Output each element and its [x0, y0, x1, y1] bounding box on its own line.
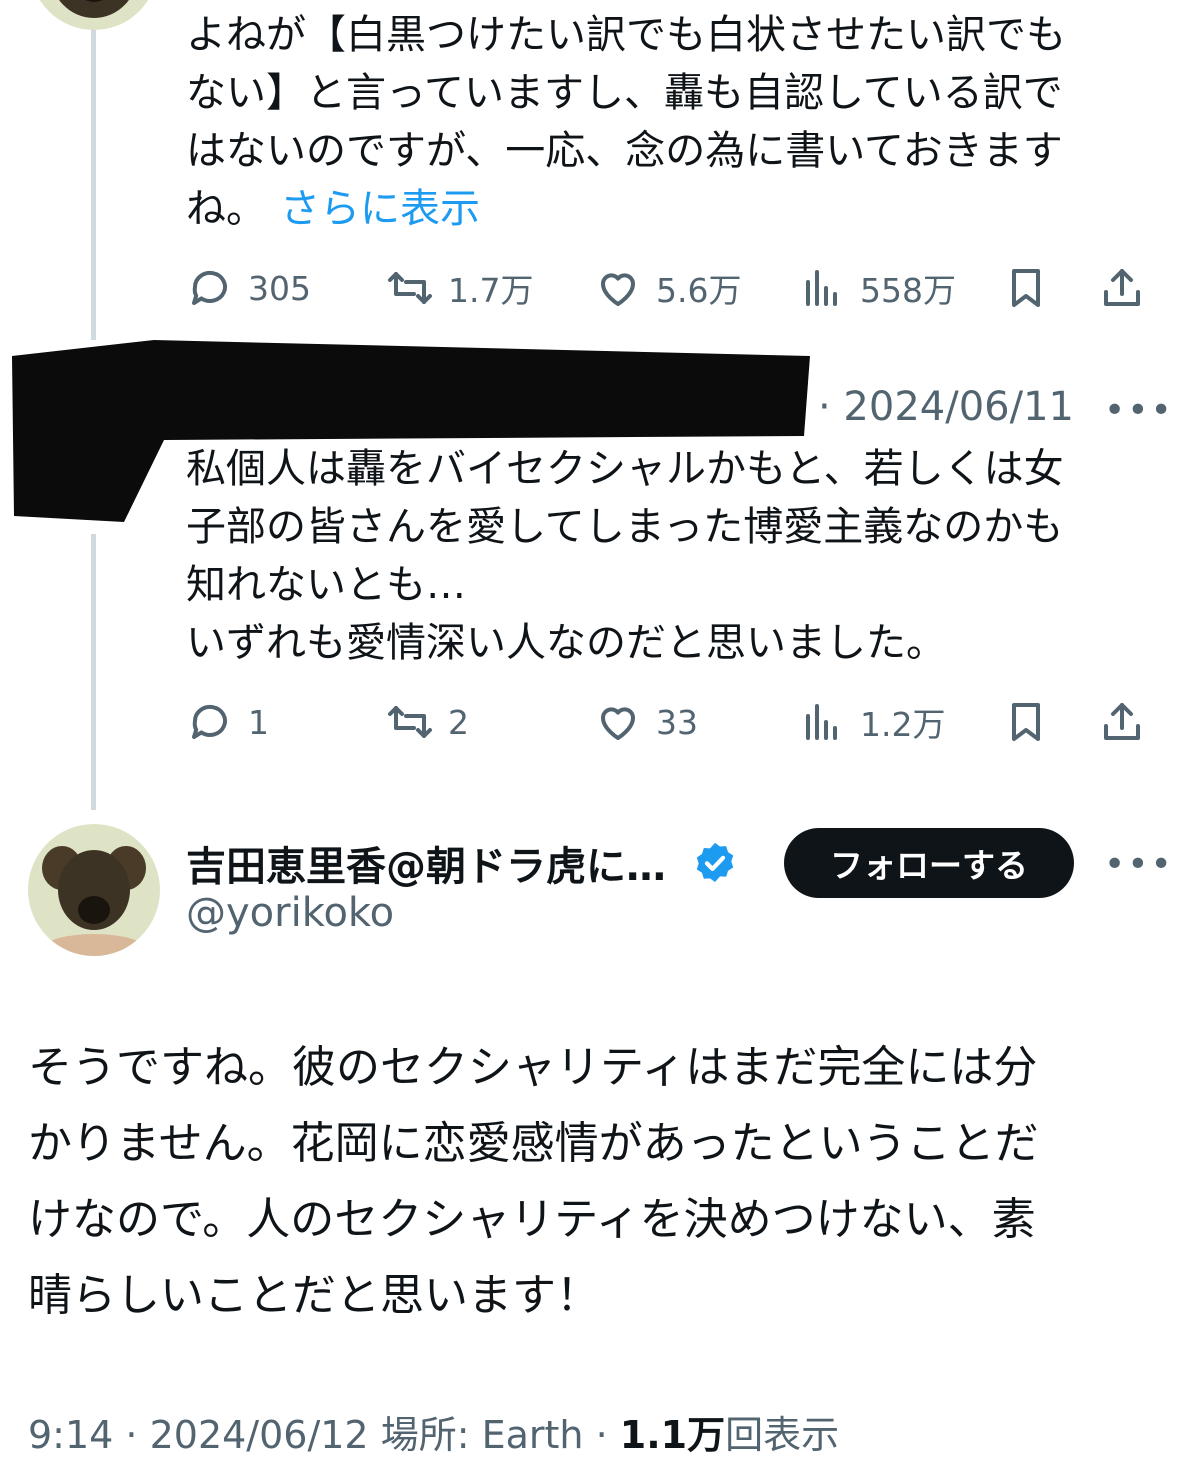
verified-badge-icon [696, 842, 734, 882]
prev-tweet-text: よねが【白黒つけたい訳でも白状させたい訳でも ない】と言っていますし、轟も自認し… [186, 6, 1126, 238]
author-name[interactable]: 吉田恵里香@朝ドラ虎に… [186, 834, 666, 892]
reply-icon [192, 704, 227, 739]
share-button[interactable] [1098, 692, 1146, 752]
text-line: かりません。花岡に恋愛感情があったということだ [28, 1118, 1039, 1169]
text-line: いずれも愛情深い人なのだと思いました。 [186, 620, 946, 666]
heart-icon [601, 707, 635, 740]
follow-button[interactable]: フォローする [784, 828, 1074, 898]
text-line: よねが【白黒つけたい訳でも白状させたい訳でも [186, 12, 1066, 58]
views-icon [806, 270, 837, 306]
text-line: 私個人は轟をバイセクシャルかもと、若しくは女 [186, 446, 1064, 492]
reply-tweet-actions: 1 2 33 1.2万 [186, 692, 1146, 752]
author-avatar[interactable] [28, 824, 160, 956]
views-button[interactable]: 558万 [798, 258, 956, 318]
reply-icon [192, 270, 227, 305]
text-line: ね。 [186, 186, 266, 232]
like-button[interactable]: 5.6万 [594, 258, 741, 318]
tweet-meta: 9:14 · 2024/06/12 場所: Earth · 1.1万回表示 [28, 1404, 839, 1459]
reply-tweet-text: 私個人は轟をバイセクシャルかもと、若しくは女 子部の皆さんを愛してしまった博愛主… [186, 440, 1126, 672]
like-button[interactable]: 33 [594, 692, 698, 752]
show-more-link[interactable]: さらに表示 [280, 186, 480, 232]
views-count: 1.2万 [860, 705, 946, 744]
tweet-time[interactable]: 9:14 [28, 1413, 113, 1457]
text-line: ない】と言っていますし、轟も自認している訳で [186, 70, 1063, 116]
share-icon [1104, 269, 1140, 306]
text-line: 晴らしいことだと思います！ [28, 1270, 600, 1321]
views-count: 1.1万 [619, 1413, 726, 1457]
repost-count: 2 [448, 702, 469, 742]
bookmark-icon [1012, 269, 1040, 307]
thread-line [91, 0, 96, 340]
bookmark-icon [1012, 703, 1040, 741]
repost-count: 1.7万 [448, 271, 534, 310]
like-count: 5.6万 [656, 271, 742, 310]
views-count: 558万 [860, 271, 956, 310]
reply-count: 1 [248, 702, 269, 742]
tweet-location: 場所: Earth [380, 1413, 584, 1457]
main-tweet-text: そうですね。彼のセクシャリティはまだ完全には分 かりません。花岡に恋愛感情があっ… [28, 1030, 1148, 1334]
views-button[interactable]: 1.2万 [798, 692, 945, 752]
avatar[interactable] [30, 0, 158, 30]
meta-separator: · [113, 1413, 150, 1457]
text-line: けなので。人のセクシャリティを決めつけない、素 [28, 1194, 1036, 1245]
more-options-icon[interactable]: ••• [1104, 844, 1174, 885]
share-icon [1104, 703, 1140, 740]
repost-button[interactable]: 2 [386, 692, 469, 752]
text-line: そうですね。彼のセクシャリティはまだ完全には分 [28, 1042, 1038, 1093]
more-options-icon[interactable]: ••• [1104, 390, 1174, 431]
reply-button[interactable]: 305 [186, 258, 311, 318]
meta-separator: · [583, 1413, 620, 1457]
bookmark-button[interactable] [1002, 692, 1050, 752]
text-line: はないのですが、一応、念の為に書いておきます [186, 128, 1063, 174]
views-icon [806, 704, 837, 740]
thread-line [91, 534, 96, 810]
prev-tweet-actions: 305 1.7万 5.6万 558万 [186, 258, 1146, 318]
text-line: 子部の皆さんを愛してしまった博愛主義なのかも [186, 504, 1064, 550]
views-suffix: 回表示 [725, 1413, 840, 1457]
reply-date: · 2024/06/11 [818, 384, 1074, 430]
text-line: 知れないとも… [186, 562, 466, 608]
tweet-date[interactable]: 2024/06/12 [150, 1413, 369, 1457]
bookmark-button[interactable] [1002, 258, 1050, 318]
repost-icon [388, 272, 432, 304]
repost-icon [388, 706, 432, 738]
repost-button[interactable]: 1.7万 [386, 258, 533, 318]
reply-button[interactable]: 1 [186, 692, 269, 752]
author-handle[interactable]: @yorikoko [186, 890, 394, 936]
share-button[interactable] [1098, 258, 1146, 318]
heart-icon [601, 273, 635, 306]
reply-count: 305 [248, 268, 311, 308]
like-count: 33 [656, 702, 698, 742]
